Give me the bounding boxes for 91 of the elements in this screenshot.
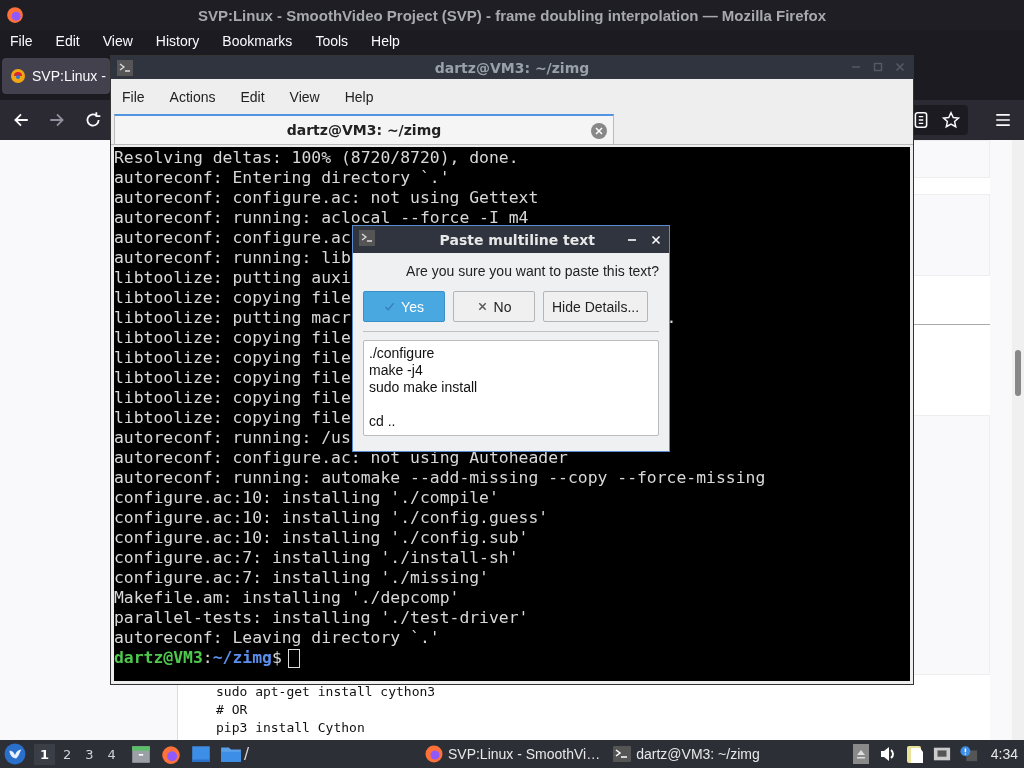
terminal-line: configure.ac:7: installing './missing': [114, 568, 489, 588]
menu-item[interactable]: View: [289, 88, 320, 105]
paste-text-line: sudo make install: [369, 379, 479, 396]
bookmark-star-icon[interactable]: [942, 111, 960, 129]
terminal-line: parallel-tests: installing './test-driver': [114, 608, 529, 628]
menu-item[interactable]: Help: [371, 33, 412, 49]
dialog-title: Paste multiline text: [439, 231, 595, 248]
terminal-line: configure.ac:10: installing './config.guess': [114, 508, 549, 528]
workspace-button[interactable]: 4: [101, 743, 122, 765]
notification-icon[interactable]: [959, 744, 978, 764]
cross-icon: [476, 301, 488, 312]
terminal-tab[interactable]: dartz@VM3: ~/zimg: [114, 114, 614, 144]
terminal-line: autoreconf: Leaving directory `.': [114, 628, 440, 648]
menu-item[interactable]: View: [102, 33, 145, 49]
forward-icon[interactable]: [48, 111, 66, 129]
desktop-icon[interactable]: [189, 743, 212, 765]
terminal-line: libtoolize: putting auxi: [114, 268, 351, 288]
window-title: SVP:Linux - SmoothVideo Project (SVP) - frame doubling interpolation — Mozilla Firefox: [197, 6, 827, 24]
terminal-text-fragment: .: [666, 308, 677, 328]
dialog-question: Are you sure you want to paste this text?: [405, 263, 659, 279]
workspace-button[interactable]: 3: [79, 743, 100, 765]
terminal-line: libtoolize: copying file: [114, 368, 351, 388]
terminal-line: autoreconf: configure.ac: not using Autoheader: [114, 448, 568, 468]
terminal-line: libtoolize: copying file: [114, 328, 351, 348]
volume-icon[interactable]: [878, 744, 897, 764]
prompt-separator: :: [202, 648, 213, 668]
menu-item[interactable]: Actions: [169, 88, 216, 105]
workspace-button[interactable]: 1: [34, 743, 56, 765]
scrollbar-thumb[interactable]: [1015, 350, 1021, 396]
prompt-user-host: dartz@VM3: [114, 648, 203, 668]
prompt-path: ~/zimg: [212, 648, 272, 668]
browser-logo-icon: [6, 6, 24, 24]
reload-icon[interactable]: [84, 111, 102, 129]
file-cabinet-icon[interactable]: [129, 743, 152, 765]
eject-icon[interactable]: [851, 744, 870, 764]
menu-item[interactable]: Edit: [55, 33, 92, 49]
check-icon: [384, 301, 396, 312]
terminal-line: libtoolize: putting macr: [114, 308, 351, 328]
code-line: sudo apt-get install cython3: [216, 683, 437, 701]
terminal-line: autoreconf: configure.ac: [114, 228, 351, 248]
code-line: pip3 install Cython: [216, 719, 366, 737]
paste-text-line: make -j4: [369, 362, 424, 379]
menu-item[interactable]: Edit: [240, 88, 265, 105]
menu-item[interactable]: History: [155, 33, 212, 49]
menu-item[interactable]: Bookmarks: [222, 33, 305, 49]
taskbar-task[interactable]: dartz@VM3: ~/zimg: [612, 744, 760, 764]
clipboard-icon[interactable]: [905, 744, 924, 764]
paste-text-line: cd ..: [369, 413, 397, 430]
terminal-line: autoreconf: Entering directory `.': [114, 168, 450, 188]
terminal-line: libtoolize: copying file: [114, 348, 351, 368]
text-cursor: [287, 649, 300, 668]
terminal-line: autoreconf: running: lib: [114, 248, 351, 268]
workspace-button[interactable]: 2: [57, 743, 78, 765]
browser-icon: [423, 744, 444, 764]
browser-icon[interactable]: [159, 743, 182, 765]
terminal-icon: [359, 230, 375, 246]
browser-tab[interactable]: SVP:Linux -: [2, 58, 110, 94]
dialog-button[interactable]: No: [453, 291, 535, 322]
terminal-line: configure.ac:10: installing './compile': [114, 488, 499, 508]
paste-text-line: ./configure: [369, 345, 436, 362]
menu-item[interactable]: File: [10, 33, 45, 49]
terminal-line: configure.ac:7: installing './install-sh': [114, 548, 519, 568]
terminal-line: libtoolize: copying file: [114, 408, 351, 428]
reader-view-icon[interactable]: [912, 111, 930, 129]
back-icon[interactable]: [12, 111, 30, 129]
menu-item[interactable]: Help: [344, 88, 374, 105]
clock[interactable]: 4:34: [990, 746, 1018, 762]
terminal-line: libtoolize: copying file: [114, 288, 351, 308]
terminal-line: Resolving deltas: 100% (8720/8720), done.: [114, 148, 519, 168]
terminal-line: Makefile.am: installing './depcomp': [114, 588, 460, 608]
close-tab-icon[interactable]: [591, 123, 607, 139]
app-menu-icon[interactable]: [4, 743, 26, 765]
site-favicon-icon: [10, 68, 26, 84]
terminal-line: configure.ac:10: installing './config.sub': [114, 528, 529, 548]
dialog-button[interactable]: Hide Details...: [543, 291, 649, 322]
menu-icon[interactable]: [994, 111, 1012, 129]
terminal-line: autoreconf: running: /us: [114, 428, 351, 448]
taskbar-task[interactable]: SVP:Linux - SmoothVi…: [423, 744, 601, 764]
terminal-line: autoreconf: running: aclocal --force -I m4: [114, 208, 529, 228]
terminal-line: libtoolize: copying file: [114, 388, 351, 408]
window-title: dartz@VM3: ~/zimg: [434, 59, 590, 76]
code-line: # OR: [216, 701, 249, 719]
menu-item[interactable]: Tools: [315, 33, 361, 49]
terminal-icon: [612, 744, 633, 764]
terminal-line: autoreconf: running: automake --add-missing --copy --force-missing: [114, 468, 766, 488]
paste-text-area[interactable]: ./configure make -j4 sudo make install cd ..: [363, 340, 659, 436]
prompt-symbol: $: [271, 648, 282, 668]
folder-launcher[interactable]: /: [219, 743, 249, 765]
terminal-icon: [117, 60, 133, 76]
menu-item[interactable]: File: [122, 88, 145, 105]
terminal-line: autoreconf: configure.ac: not using Gettext: [114, 188, 539, 208]
